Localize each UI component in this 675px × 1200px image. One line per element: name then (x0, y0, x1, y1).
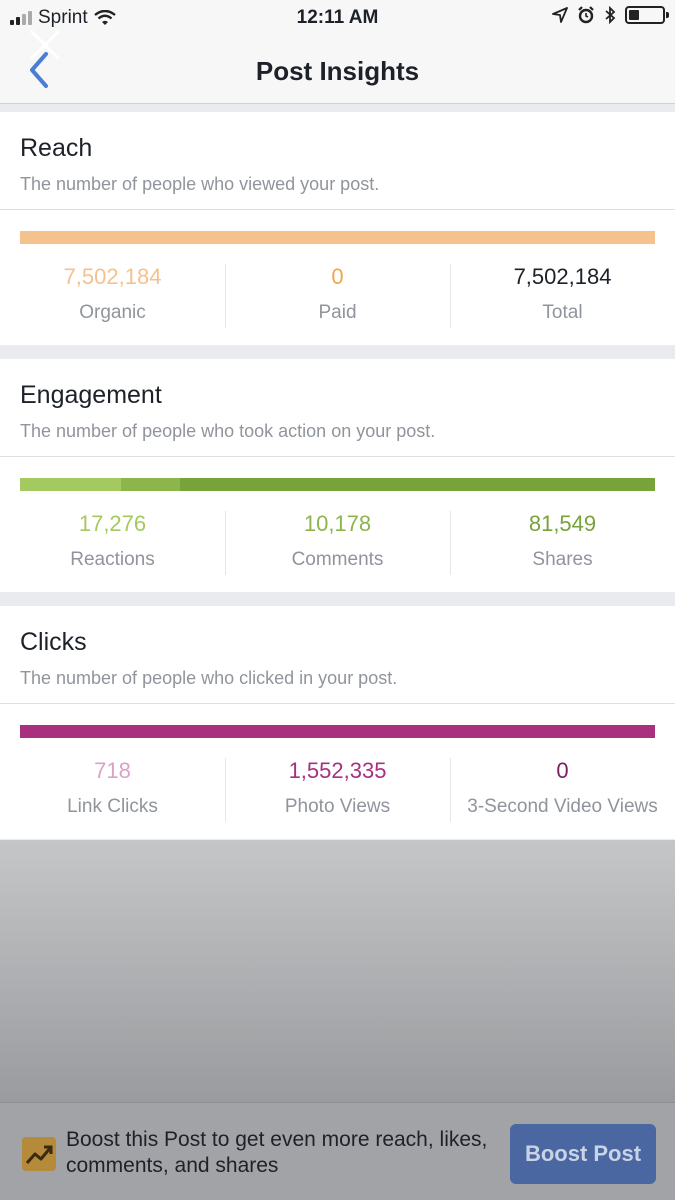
clicks-metrics: 718 Link Clicks 1,552,335 Photo Views 0 … (0, 758, 675, 826)
page-title: Post Insights (255, 56, 420, 86)
metric-value: 7,502,184 (63, 264, 162, 289)
engagement-title: Engagement (20, 381, 162, 409)
engagement-metric-comments: 10,178 Comments (225, 511, 450, 579)
clicks-title: Clicks (20, 628, 87, 656)
metric-label: Organic (79, 302, 146, 323)
metric-value: 17,276 (78, 511, 147, 536)
clicks-bar (20, 725, 655, 738)
reach-header: Reach The number of people who viewed yo… (0, 112, 675, 210)
reach-metrics: 7,502,184 Organic 0 Paid 7,502,184 Total (0, 264, 675, 332)
reach-title: Reach (20, 134, 93, 162)
engagement-bar-reactions (20, 478, 121, 491)
boost-footer: Boost this Post to get even more reach, … (0, 1102, 675, 1200)
reach-metric-paid: 0 Paid (225, 264, 450, 332)
engagement-metrics: 17,276 Reactions 10,178 Comments 81,549 … (0, 511, 675, 579)
location-icon (552, 7, 568, 23)
metric-label: Total (542, 302, 583, 323)
metric-label: Photo Views (284, 796, 391, 817)
nav-bar: Post Insights (0, 30, 675, 104)
engagement-metric-reactions: 17,276 Reactions (0, 511, 225, 579)
metric-label: Paid (318, 302, 357, 323)
boost-post-button[interactable]: Boost Post (510, 1124, 656, 1184)
reach-metric-organic: 7,502,184 Organic (0, 264, 225, 332)
engagement-bar-shares (179, 478, 655, 491)
status-bar: Sprint 12:11 AM (0, 0, 675, 36)
metric-value: 7,502,184 (513, 264, 612, 289)
bluetooth-icon (605, 6, 616, 24)
clicks-bar-segment (20, 725, 655, 738)
engagement-card: Engagement The number of people who took… (0, 359, 675, 592)
clicks-header: Clicks The number of people who clicked … (0, 606, 675, 704)
engagement-bar (20, 478, 655, 491)
boost-message: Boost this Post to get even more reach, … (66, 1128, 488, 1177)
alarm-icon (578, 6, 594, 24)
clicks-metric-photo-views: 1,552,335 Photo Views (225, 758, 450, 826)
metric-value: 81,549 (528, 511, 597, 536)
metric-value: 0 (331, 264, 344, 289)
reach-bar (20, 231, 655, 244)
metric-label: Shares (532, 549, 593, 570)
metric-value: 718 (94, 758, 131, 783)
metric-label: 3-Second Video Views (467, 796, 658, 817)
engagement-description: The number of people who took action on … (20, 421, 436, 441)
dimmed-background (0, 840, 675, 1102)
battery-icon (625, 6, 669, 24)
trending-up-icon (22, 1137, 56, 1171)
reach-bar-segment (20, 231, 655, 244)
clicks-metric-video-views: 0 3-Second Video Views (450, 758, 675, 826)
engagement-header: Engagement The number of people who took… (0, 359, 675, 457)
metric-value: 1,552,335 (288, 758, 387, 783)
engagement-bar-comments (120, 478, 180, 491)
metric-label: Comments (291, 549, 384, 570)
metric-value: 0 (556, 758, 569, 783)
metric-value: 10,178 (303, 511, 372, 536)
engagement-metric-shares: 81,549 Shares (450, 511, 675, 579)
clicks-metric-link-clicks: 718 Link Clicks (0, 758, 225, 826)
clicks-description: The number of people who clicked in your… (20, 668, 398, 688)
reach-description: The number of people who viewed your pos… (20, 174, 380, 194)
reach-metric-total: 7,502,184 Total (450, 264, 675, 332)
clicks-card: Clicks The number of people who clicked … (0, 606, 675, 839)
reach-card: Reach The number of people who viewed yo… (0, 112, 675, 345)
metric-label: Reactions (70, 549, 155, 570)
status-right (552, 6, 669, 24)
metric-label: Link Clicks (67, 796, 158, 817)
